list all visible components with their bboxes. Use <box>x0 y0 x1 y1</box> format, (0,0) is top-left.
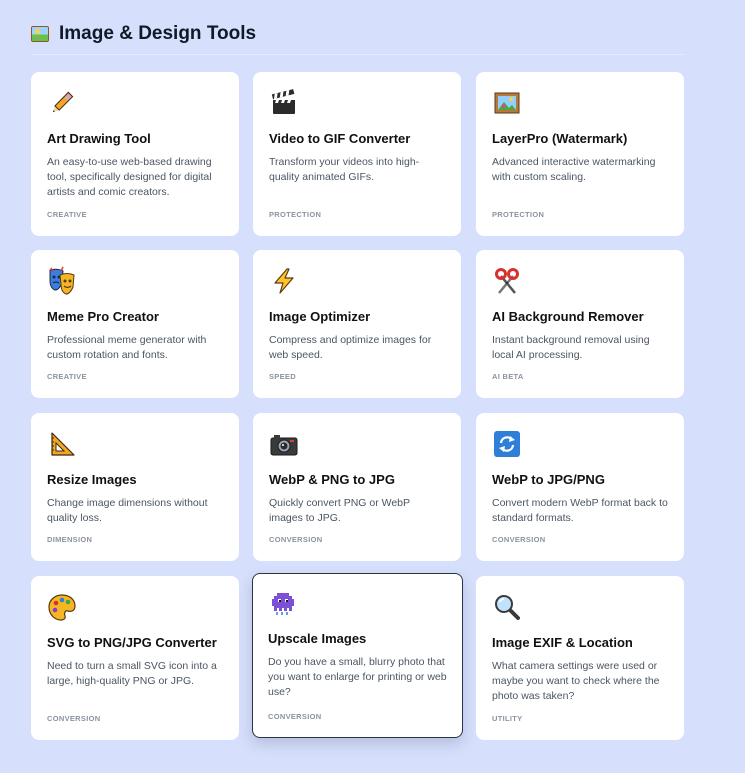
card-description: Need to turn a small SVG icon into a lar… <box>47 660 217 687</box>
tool-card-video-to-gif[interactable]: Video to GIF Converter Transform your vi… <box>253 72 461 236</box>
card-description: Instant background removal using local A… <box>492 334 650 361</box>
clapper-board-icon <box>269 88 299 118</box>
card-tag: DIMENSION <box>47 535 93 544</box>
pencil-icon <box>47 88 77 118</box>
card-tag: CONVERSION <box>492 535 546 544</box>
pixel-monster-icon <box>268 589 298 619</box>
card-title: AI Background Remover <box>492 309 644 324</box>
card-tag: CONVERSION <box>268 712 322 721</box>
card-tag: SPEED <box>269 372 296 381</box>
card-title: Image Optimizer <box>269 309 371 324</box>
card-title: Video to GIF Converter <box>269 131 411 146</box>
card-description: Advanced interactive watermarking with c… <box>492 156 656 183</box>
card-description: Compress and optimize images for web spe… <box>269 334 432 361</box>
card-tag: PROTECTION <box>269 210 322 219</box>
card-title: Upscale Images <box>268 631 367 646</box>
card-description: Convert modern WebP format back to stand… <box>492 497 668 524</box>
tool-card-svg-to-png-jpg[interactable]: SVG to PNG/JPG Converter Need to turn a … <box>31 576 239 740</box>
tool-card-image-exif-location[interactable]: Image EXIF & Location What camera settin… <box>476 576 684 740</box>
card-description: Do you have a small, blurry photo that y… <box>268 656 447 698</box>
card-title: Resize Images <box>47 472 137 487</box>
card-tag: CONVERSION <box>47 714 101 723</box>
artist-palette-icon <box>47 592 77 622</box>
section-title: Image & Design Tools <box>59 23 257 44</box>
card-title: Art Drawing Tool <box>47 131 151 146</box>
card-title: Meme Pro Creator <box>47 309 159 324</box>
tool-card-resize-images[interactable]: Resize Images Change image dimensions wi… <box>31 413 239 561</box>
framed-picture-icon <box>31 26 49 42</box>
camera-icon <box>269 429 299 459</box>
tool-card-meme-pro-creator[interactable]: Meme Pro Creator Professional meme gener… <box>31 250 239 398</box>
tool-card-webp-png-to-jpg[interactable]: WebP & PNG to JPG Quickly convert PNG or… <box>253 413 461 561</box>
tool-card-ai-background-remover[interactable]: AI Background Remover Instant background… <box>476 250 684 398</box>
tool-card-webp-to-jpg-png[interactable]: WebP to JPG/PNG Convert modern WebP form… <box>476 413 684 561</box>
card-title: LayerPro (Watermark) <box>492 131 628 146</box>
card-title: SVG to PNG/JPG Converter <box>47 635 217 650</box>
card-description: Professional meme generator with custom … <box>47 334 207 361</box>
refresh-arrows-icon <box>492 429 522 459</box>
section-header: Image & Design Tools <box>31 20 685 55</box>
card-description: An easy-to-use web-based drawing tool, s… <box>47 156 212 198</box>
card-tag: UTILITY <box>492 714 523 723</box>
card-tag: CREATIVE <box>47 210 87 219</box>
card-description: Transform your videos into high-quality … <box>269 156 420 183</box>
magnifying-glass-icon <box>492 592 522 622</box>
card-title: WebP & PNG to JPG <box>269 472 395 487</box>
scissors-icon <box>492 266 522 296</box>
card-tag: CREATIVE <box>47 372 87 381</box>
tool-card-art-drawing[interactable]: Art Drawing Tool An easy-to-use web-base… <box>31 72 239 236</box>
performing-arts-icon <box>47 266 77 296</box>
triangular-ruler-icon <box>47 429 77 459</box>
card-tag: CONVERSION <box>269 535 323 544</box>
card-description: Change image dimensions without quality … <box>47 497 208 524</box>
tool-card-image-optimizer[interactable]: Image Optimizer Compress and optimize im… <box>253 250 461 398</box>
tool-card-upscale-images[interactable]: Upscale Images Do you have a small, blur… <box>252 573 463 738</box>
lightning-icon <box>269 266 299 296</box>
framed-picture-icon <box>492 88 522 118</box>
tool-card-layerpro-watermark[interactable]: LayerPro (Watermark) Advanced interactiv… <box>476 72 684 236</box>
card-tag: AI BETA <box>492 372 524 381</box>
card-description: Quickly convert PNG or WebP images to JP… <box>269 497 410 524</box>
card-description: What camera settings were used or maybe … <box>492 660 660 702</box>
card-tag: PROTECTION <box>492 210 545 219</box>
card-title: Image EXIF & Location <box>492 635 633 650</box>
card-title: WebP to JPG/PNG <box>492 472 605 487</box>
